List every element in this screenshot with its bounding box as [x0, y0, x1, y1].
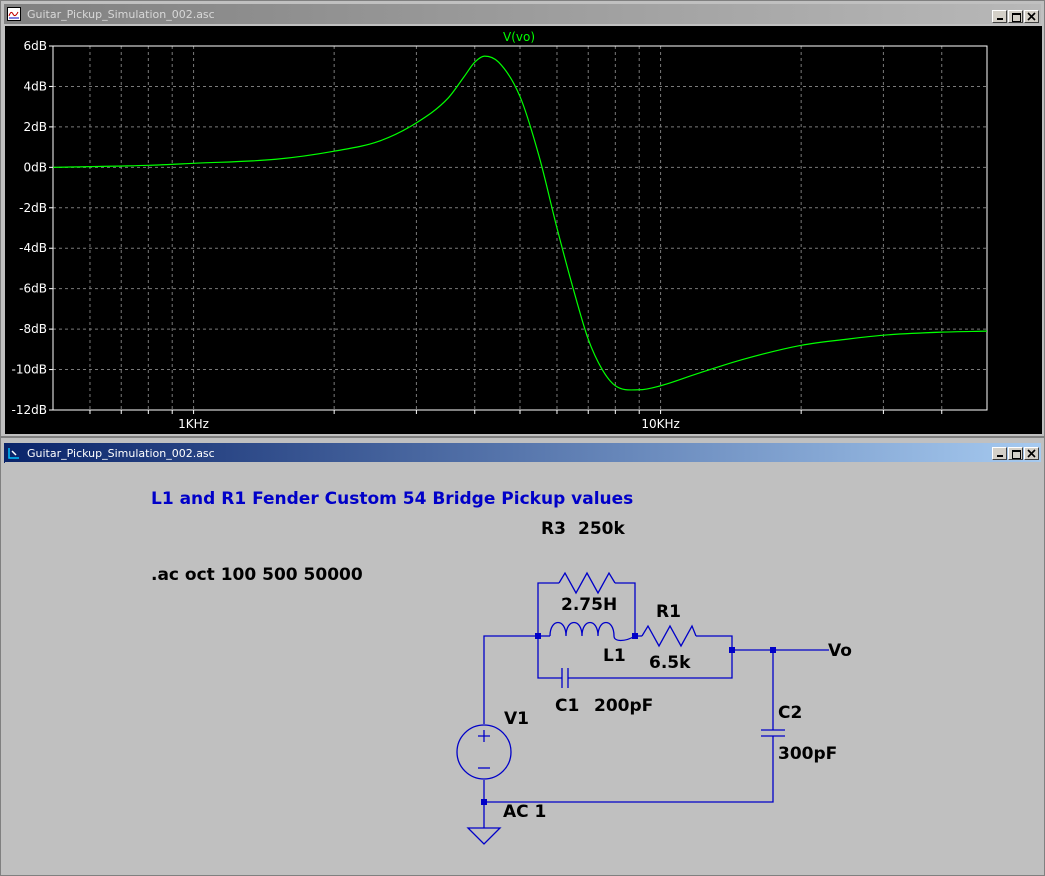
trace-label[interactable]: V(vo)	[503, 30, 535, 44]
l1-value[interactable]: 2.75H	[561, 595, 617, 615]
schematic-window: Guitar_Pickup_Simulation_002.asc L1 and …	[0, 437, 1045, 876]
junction-dot	[535, 633, 541, 639]
schematic-window-controls	[992, 447, 1039, 460]
schematic-icon	[8, 448, 19, 459]
capacitor-c1-symbol[interactable]	[561, 668, 569, 688]
x-tick-label: 10KHz	[641, 417, 679, 431]
comment-text[interactable]: L1 and R1 Fender Custom 54 Bridge Pickup…	[151, 489, 633, 509]
wire	[537, 636, 562, 679]
bode-plot: 6dB 4dB 2dB 0dB -2dB -4dB -6dB -8dB -10dB -12dB 1…	[12, 30, 988, 431]
schematic-window-title: Guitar_Pickup_Simulation_002.asc	[27, 446, 215, 460]
y-tick-label: 2dB	[24, 120, 47, 134]
circuit-diagram: L1 and R1 Fender Custom 54 Bridge Pickup…	[151, 489, 852, 845]
net-label-vo[interactable]: Vo	[828, 641, 852, 661]
r3-name[interactable]: R3	[541, 519, 566, 539]
wire	[615, 582, 636, 636]
x-tick-label: 1KHz	[178, 417, 209, 431]
plot-window-titlebar[interactable]: Guitar_Pickup_Simulation_002.asc	[4, 4, 1041, 24]
y-tick-label: 6dB	[24, 39, 47, 53]
maximize-button[interactable]	[1008, 10, 1023, 23]
plot-area[interactable]: 6dB 4dB 2dB 0dB -2dB -4dB -6dB -8dB -10dB -12dB 1…	[5, 26, 1042, 434]
resistor-r1-symbol[interactable]	[641, 624, 697, 648]
c1-value[interactable]: 200pF	[594, 696, 653, 716]
plot-window-controls	[992, 10, 1039, 23]
inductor-l1-symbol[interactable]	[549, 621, 636, 642]
close-button[interactable]	[1024, 10, 1039, 23]
junction-dot	[729, 647, 735, 653]
minimize-button[interactable]	[992, 10, 1007, 23]
c1-name[interactable]: C1	[555, 696, 579, 716]
schematic-canvas[interactable]: L1 and R1 Fender Custom 54 Bridge Pickup…	[5, 462, 1042, 870]
close-button[interactable]	[1024, 447, 1039, 460]
junction-dot	[632, 633, 638, 639]
waveform-icon	[7, 7, 21, 21]
ground-icon	[466, 827, 502, 845]
plot-window-title: Guitar_Pickup_Simulation_002.asc	[27, 7, 215, 21]
y-tick-label: -12dB	[12, 403, 47, 417]
junction-dot	[481, 799, 487, 805]
y-tick-label: -2dB	[19, 201, 47, 215]
v1-name[interactable]: V1	[504, 709, 529, 729]
r1-name[interactable]: R1	[656, 602, 681, 622]
capacitor-c2-symbol[interactable]	[761, 729, 785, 737]
c2-name[interactable]: C2	[778, 703, 802, 723]
y-tick-label: 0dB	[24, 160, 47, 174]
y-tick-label: -4dB	[19, 241, 47, 255]
y-tick-label: -6dB	[19, 282, 47, 296]
junction-dot	[770, 647, 776, 653]
minimize-button[interactable]	[992, 447, 1007, 460]
y-tick-label: 4dB	[24, 79, 47, 93]
y-tick-label: -10dB	[12, 363, 47, 377]
wire	[696, 635, 733, 650]
plot-window: Guitar_Pickup_Simulation_002.asc 6dB 4dB 2…	[0, 0, 1045, 437]
l1-name[interactable]: L1	[603, 646, 626, 666]
wire	[484, 736, 774, 803]
spice-directive[interactable]: .ac oct 100 500 50000	[151, 565, 363, 585]
c2-value[interactable]: 300pF	[778, 744, 837, 764]
schematic-window-titlebar[interactable]: Guitar_Pickup_Simulation_002.asc	[4, 443, 1041, 463]
maximize-button[interactable]	[1008, 447, 1023, 460]
y-tick-label: -8dB	[19, 322, 47, 336]
resistor-r3-symbol[interactable]	[558, 571, 616, 595]
plus-sign	[478, 730, 490, 742]
v1-value[interactable]: AC 1	[503, 802, 546, 822]
r1-value[interactable]: 6.5k	[649, 653, 691, 673]
wire	[537, 582, 559, 636]
r3-value[interactable]: 250k	[578, 519, 625, 539]
